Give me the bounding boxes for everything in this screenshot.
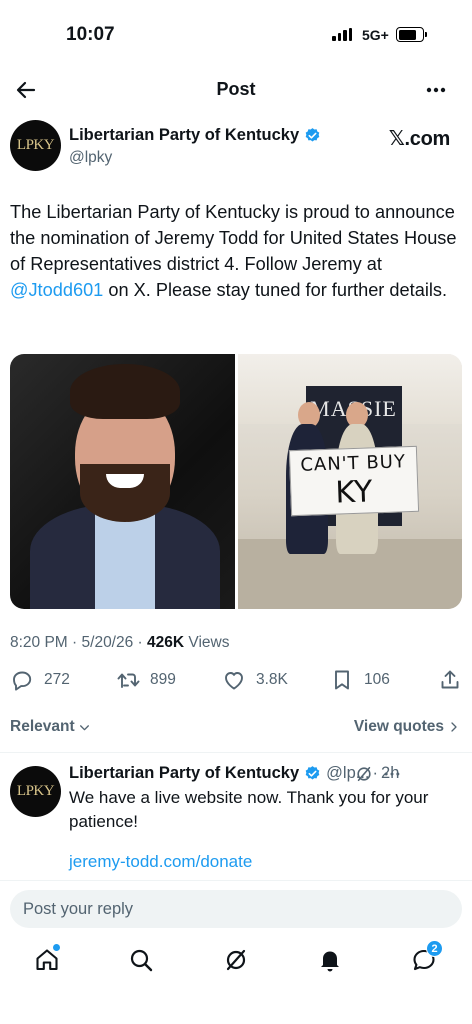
view-quotes-link[interactable]: View quotes — [354, 718, 460, 736]
author-name: Libertarian Party of Kentucky — [69, 126, 300, 144]
bottom-tab-bar: 2 — [0, 940, 472, 984]
repost-count: 899 — [150, 671, 176, 688]
photo-hair — [70, 364, 180, 419]
reply-more-icon[interactable] — [382, 764, 402, 784]
chevron-down-icon — [79, 724, 89, 730]
avatar-logo-text: LPKY — [16, 137, 55, 153]
views-label: Views — [188, 634, 230, 651]
reply-tweet[interactable]: LPKY Libertarian Party of Kentucky @lp..… — [10, 764, 462, 879]
reply-author-name[interactable]: Libertarian Party of Kentucky — [69, 764, 299, 783]
reply-composer — [0, 880, 472, 940]
reply-icon — [13, 671, 32, 691]
tweet-text-part: The Libertarian Party of Kentucky is pro… — [10, 202, 457, 274]
action-bar: 272 899 3.8K 106 — [0, 668, 472, 698]
battery-icon — [396, 27, 427, 42]
photo-shirt — [95, 514, 155, 609]
reply-avatar[interactable]: LPKY — [10, 766, 61, 817]
search-icon — [130, 949, 153, 972]
tab-notifications[interactable] — [316, 946, 344, 974]
bookmark-count: 106 — [364, 671, 390, 688]
divider — [0, 752, 472, 753]
repost-icon — [117, 673, 140, 688]
reply-link[interactable]: jeremy-todd.com/donate — [69, 852, 252, 872]
avatar[interactable]: LPKY — [10, 120, 61, 171]
replies-sort-bar: Relevant View quotes — [10, 716, 460, 740]
tab-grok[interactable] — [222, 946, 250, 974]
sign-line-2: KY — [334, 474, 373, 511]
tweet-text: The Libertarian Party of Kentucky is pro… — [10, 199, 462, 303]
like-button[interactable]: 3.8K — [222, 668, 288, 692]
bookmark-icon — [335, 670, 349, 690]
share-icon — [441, 670, 459, 689]
photo-sign: CAN'T BUY KY — [288, 445, 419, 517]
photo-event[interactable]: MASSIE CAN'T BUY KY — [237, 354, 462, 609]
tweet-meta: 8:20 PM · 5/20/26 · 426K Views — [10, 634, 230, 651]
tweet-text-part: on X. Please stay tuned for further deta… — [103, 280, 448, 300]
tab-messages[interactable]: 2 — [410, 940, 443, 974]
status-bar: 10:07 5G+ — [0, 0, 472, 70]
sort-label: Relevant — [10, 718, 75, 735]
reply-header: Libertarian Party of Kentucky @lp... · 2… — [69, 764, 462, 783]
messages-badge: 2 — [426, 940, 443, 957]
tweet-media[interactable]: MASSIE CAN'T BUY KY — [10, 354, 462, 609]
verified-badge-icon — [305, 766, 320, 780]
share-button[interactable] — [438, 668, 462, 692]
tab-search[interactable] — [127, 946, 155, 974]
status-time: 10:07 — [66, 24, 115, 45]
like-count: 3.8K — [256, 671, 288, 688]
heart-icon — [225, 672, 243, 690]
author-handle[interactable]: @lpky — [69, 149, 112, 167]
sign-line-1: CAN'T BUY — [299, 451, 406, 476]
reply-button[interactable]: 272 — [10, 668, 70, 692]
grok-icon[interactable] — [354, 764, 374, 784]
source-label: 𝕏.com — [388, 128, 451, 150]
sort-dropdown[interactable]: Relevant — [10, 718, 91, 736]
tweet-header: LPKY Libertarian Party of Kentucky @lpky… — [10, 120, 460, 176]
more-options-icon[interactable] — [424, 78, 448, 102]
page-title: Post — [216, 79, 256, 99]
tweet-time: 8:20 PM — [10, 634, 68, 651]
repost-button[interactable]: 899 — [116, 668, 176, 692]
author-name-row[interactable]: Libertarian Party of Kentucky — [69, 126, 321, 145]
grok-icon — [226, 949, 246, 971]
view-quotes-label: View quotes — [353, 718, 444, 735]
reply-count: 272 — [44, 671, 70, 688]
views-count: 426K — [147, 634, 185, 651]
tweet-date: 5/20/26 — [81, 634, 134, 651]
bookmark-button[interactable]: 106 — [330, 668, 390, 692]
bell-icon — [321, 951, 339, 972]
photo-beard — [80, 464, 170, 522]
nav-bar: Post — [0, 70, 472, 110]
verified-badge-icon — [305, 128, 320, 142]
network-type: 5G+ — [362, 27, 389, 43]
reply-avatar-logo-text: LPKY — [16, 783, 55, 799]
reply-input[interactable] — [10, 890, 462, 928]
chevron-right-icon — [451, 722, 457, 732]
mention-link[interactable]: @Jtodd601 — [10, 280, 103, 300]
signal-icon — [332, 28, 352, 41]
home-notification-dot — [53, 944, 60, 951]
reply-text: We have a live website now. Thank you fo… — [69, 788, 429, 831]
tab-home[interactable] — [33, 944, 61, 974]
photo-portrait[interactable] — [10, 354, 235, 609]
